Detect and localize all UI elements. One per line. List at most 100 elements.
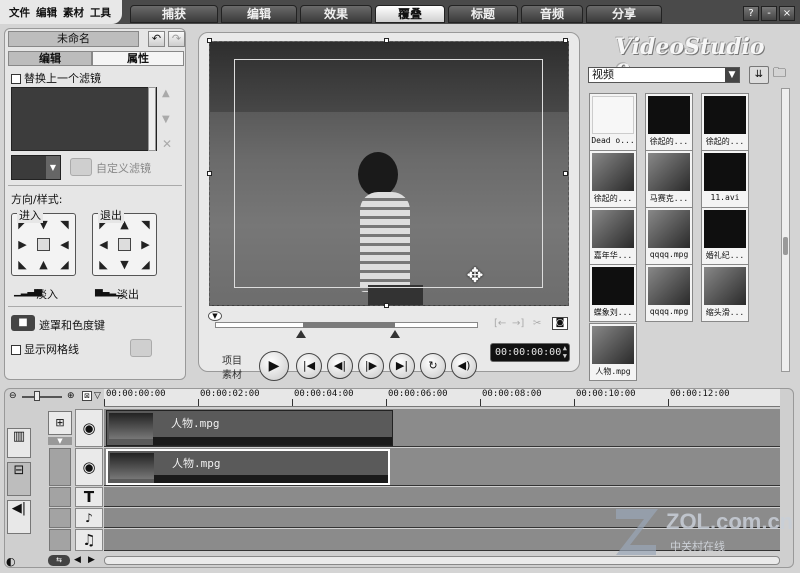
resize-handle[interactable] <box>207 38 212 43</box>
step-tab-overlay[interactable]: 覆叠 <box>375 5 445 23</box>
trim-end-marker[interactable] <box>390 330 400 338</box>
show-grid-option[interactable]: 显示网格线 <box>11 341 79 357</box>
fade-in-label[interactable]: 淡入 <box>36 286 58 302</box>
timeline-scrollbar[interactable] <box>104 556 780 565</box>
center-none-icon[interactable] <box>118 237 131 251</box>
undo-button[interactable]: ↶ <box>148 31 165 47</box>
split-clip-icon[interactable]: ✂ <box>533 318 541 329</box>
timecode-display[interactable]: 00:00:00:00 ▲ ▼ <box>490 343 570 362</box>
enlarge-preview-icon[interactable]: ◙ <box>552 317 568 330</box>
minimize-button[interactable]: - <box>761 6 777 21</box>
mask-icon[interactable]: ■ <box>11 315 35 331</box>
folder-icon[interactable]: 🗀 <box>773 66 791 82</box>
resize-handle[interactable] <box>384 303 389 308</box>
repeat-button[interactable]: ↻ <box>420 353 446 379</box>
previous-frame-button[interactable]: ◀| <box>327 353 353 379</box>
timeline-ruler[interactable]: 00:00:00:00 00:00:02:00 00:00:04:00 00:00:0… <box>104 389 780 407</box>
library-thumbnail[interactable]: 徐起的... <box>701 93 749 151</box>
title-track[interactable] <box>104 487 780 507</box>
arrow-s-icon[interactable]: ▼ <box>120 259 128 270</box>
scrubber-start-icon[interactable]: ▼ <box>208 311 222 321</box>
step-tab-audio[interactable]: 音频 <box>521 5 583 23</box>
project-mode-label[interactable]: 项目 <box>222 352 242 367</box>
replace-filter-option[interactable]: 替换上一个滤镜 <box>11 70 101 86</box>
end-button[interactable]: ▶| <box>389 353 415 379</box>
zoom-slider[interactable] <box>22 396 62 398</box>
resize-handle[interactable] <box>563 38 568 43</box>
library-thumbnail[interactable]: Dead o... <box>589 93 637 151</box>
step-tab-title[interactable]: 标题 <box>448 5 518 23</box>
help-button[interactable]: ? <box>743 6 759 21</box>
menu-edit[interactable]: 编辑 <box>36 5 57 20</box>
library-thumbnail[interactable]: 嘉年华... <box>589 207 637 265</box>
mask-chroma-key-label[interactable]: 遮罩和色度键 <box>39 317 105 333</box>
track-expand-icon[interactable]: ▼ <box>48 437 72 445</box>
move-down-icon[interactable]: ▼ <box>162 114 170 125</box>
project-properties-icon[interactable]: ◐ <box>6 555 16 568</box>
arrow-e-icon[interactable]: ▶ <box>141 239 149 250</box>
arrow-ne-icon[interactable]: ◥ <box>141 219 149 230</box>
remove-filter-icon[interactable]: ✕ <box>162 137 172 151</box>
video-clip[interactable]: 人物.mpg <box>106 410 393 446</box>
close-button[interactable]: × <box>779 6 795 21</box>
music-track-lock[interactable] <box>49 529 71 551</box>
zoom-out-icon[interactable]: ⊖ <box>9 391 17 401</box>
tab-edit[interactable]: 编辑 <box>8 51 92 66</box>
menu-file[interactable]: 文件 <box>9 5 30 20</box>
resize-handle[interactable] <box>384 38 389 43</box>
voice-track-lock[interactable] <box>49 508 71 528</box>
trim-start-marker[interactable] <box>296 330 306 338</box>
audio-view-button[interactable]: ◀| <box>7 500 31 534</box>
library-thumbnail[interactable]: qqqq.mpg <box>645 207 693 265</box>
import-media-icon[interactable]: ⇊ <box>749 66 769 84</box>
filter-list-scrollbar[interactable] <box>148 87 156 151</box>
library-thumbnail[interactable]: qqqq.mpg <box>645 264 693 322</box>
move-up-icon[interactable]: ▲ <box>162 88 170 99</box>
zoom-in-icon[interactable]: ⊕ <box>67 391 75 401</box>
filter-list[interactable] <box>11 87 157 151</box>
library-thumbnail[interactable]: 马赛克... <box>645 150 693 208</box>
volume-button[interactable]: ◀) <box>451 353 477 379</box>
arrow-se-icon[interactable]: ◢ <box>60 259 68 270</box>
custom-filter-icon[interactable] <box>70 158 92 176</box>
step-tab-share[interactable]: 分享 <box>586 5 662 23</box>
library-thumbnail[interactable]: 缩头滑... <box>701 264 749 322</box>
timeline-view-button[interactable]: ⊟ <box>7 462 31 496</box>
next-frame-button[interactable]: |▶ <box>358 353 384 379</box>
library-thumbnail[interactable]: 蝶象刘... <box>589 264 637 322</box>
library-thumbnail[interactable]: 人物.mpg <box>589 323 637 381</box>
library-thumbnail[interactable]: 11.avi <box>701 150 749 208</box>
fade-out-label[interactable]: 淡出 <box>117 286 139 302</box>
step-tab-edit[interactable]: 编辑 <box>221 5 297 23</box>
arrow-w-icon[interactable]: ▶ <box>18 239 26 250</box>
zoom-slider-thumb[interactable] <box>34 391 40 401</box>
scroll-right-icon[interactable]: ▶ <box>88 555 95 565</box>
timecode-stepper-icon[interactable]: ▲ ▼ <box>563 344 567 360</box>
arrow-w-icon[interactable]: ◀ <box>99 239 107 250</box>
home-button[interactable]: |◀ <box>296 353 322 379</box>
arrow-s-icon[interactable]: ▲ <box>39 259 47 270</box>
arrow-se-icon[interactable]: ◢ <box>141 259 149 270</box>
overlay-clip[interactable]: 人物.mpg <box>106 449 390 485</box>
scroll-left-icon[interactable]: ◀ <box>74 555 81 565</box>
arrow-sw-icon[interactable]: ◣ <box>18 259 26 270</box>
menu-tools[interactable]: 工具 <box>90 5 111 20</box>
arrow-e-icon[interactable]: ◀ <box>60 239 68 250</box>
library-thumbnail[interactable]: 婚礼纪... <box>701 207 749 265</box>
play-button[interactable]: ▶ <box>259 351 289 381</box>
arrow-sw-icon[interactable]: ◣ <box>99 259 107 270</box>
grid-settings-icon[interactable] <box>130 339 152 357</box>
menu-clip[interactable]: 素材 <box>63 5 84 20</box>
replace-filter-checkbox[interactable] <box>11 74 21 84</box>
mark-out-icon[interactable]: →] <box>512 318 524 329</box>
library-category-select[interactable]: 视频 ▼ <box>588 67 740 83</box>
show-grid-checkbox[interactable] <box>11 345 21 355</box>
scrollbar-thumb[interactable] <box>783 237 788 255</box>
clip-mode-label[interactable]: 素材 <box>222 366 242 381</box>
scroll-mode-icon[interactable]: ⇆ <box>48 555 70 566</box>
resize-handle[interactable] <box>207 171 212 176</box>
library-thumbnail[interactable]: 徐起的... <box>645 93 693 151</box>
resize-handle[interactable] <box>563 171 568 176</box>
playhead-icon[interactable]: ▽ <box>94 391 101 401</box>
step-tab-capture[interactable]: 捕获 <box>130 5 218 23</box>
